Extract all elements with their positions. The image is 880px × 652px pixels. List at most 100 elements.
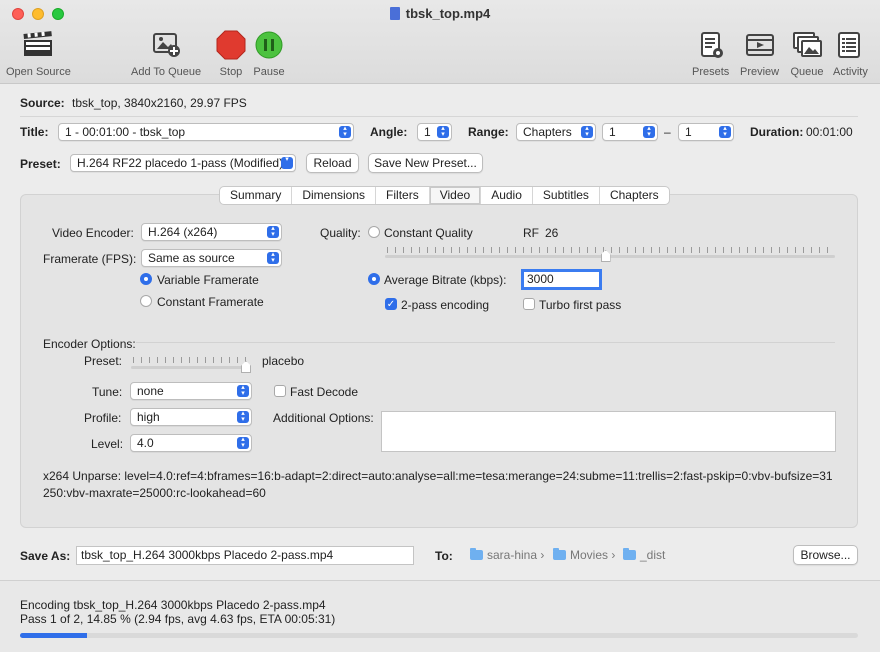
range-end-select[interactable]: 1 ▴ ▾ xyxy=(678,123,734,141)
main-window: tbsk_top.mp4 Open Source Add To Queue St… xyxy=(0,0,880,652)
tab-summary[interactable]: Summary xyxy=(220,187,293,204)
turbo-first-pass-label: Turbo first pass xyxy=(539,298,622,312)
profile-label: Profile: xyxy=(84,411,122,425)
add-to-queue-button[interactable]: Add To Queue xyxy=(131,30,201,78)
path-item-dist[interactable]: _dist xyxy=(623,548,665,562)
reload-button[interactable]: Reload xyxy=(306,153,359,173)
range-mode-select[interactable]: Chapters ▴ ▾ xyxy=(516,123,596,141)
title-label: Title: xyxy=(20,125,49,139)
popup-arrows-icon: ▴ ▾ xyxy=(267,251,279,264)
duration-value: 00:01:00 xyxy=(806,125,853,139)
two-pass-label: 2-pass encoding xyxy=(401,298,490,312)
constant-framerate-label: Constant Framerate xyxy=(157,295,264,309)
popup-arrows-icon: ▴ ▾ xyxy=(581,125,593,138)
tune-label: Tune: xyxy=(92,385,123,399)
preset-label: Preset: xyxy=(20,157,61,171)
clapperboard-icon xyxy=(21,30,55,60)
destination-label: To: xyxy=(435,549,453,563)
save-as-label: Save As: xyxy=(20,549,71,563)
encode-progress-fill xyxy=(20,633,88,638)
folder-icon xyxy=(623,548,636,560)
status-line-1: Encoding tbsk_top_H.264 3000kbps Placedo… xyxy=(20,598,326,612)
popup-arrows-icon: ▴ ▾ xyxy=(643,125,655,138)
encoder-preset-value: placebo xyxy=(262,354,305,368)
average-bitrate-radio[interactable] xyxy=(368,273,380,285)
title-select[interactable]: 1 - 00:01:00 - tbsk_top ▴ ▾ xyxy=(58,123,354,141)
tab-filters[interactable]: Filters xyxy=(376,187,430,204)
popup-arrows-icon: ▴ ▾ xyxy=(267,225,279,238)
divider xyxy=(136,342,835,343)
status-line-2: Pass 1 of 2, 14.85 % (2.94 fps, avg 4.63… xyxy=(20,612,336,626)
path-item-user[interactable]: sara-hina › xyxy=(470,548,544,562)
preview-button[interactable]: Preview xyxy=(740,30,779,78)
open-source-button[interactable]: Open Source xyxy=(6,30,71,78)
constant-quality-label: Constant Quality xyxy=(384,226,473,240)
tab-bar: Summary Dimensions Filters Video Audio S… xyxy=(219,186,670,205)
folder-icon xyxy=(553,548,566,560)
variable-framerate-label: Variable Framerate xyxy=(157,273,259,287)
constant-quality-radio[interactable] xyxy=(368,226,380,238)
fast-decode-label: Fast Decode xyxy=(290,385,359,399)
tab-dimensions[interactable]: Dimensions xyxy=(292,187,377,204)
constant-framerate-radio[interactable] xyxy=(140,295,152,307)
popup-arrows-icon: ▴ ▾ xyxy=(339,125,351,138)
source-info: tbsk_top, 3840x2160, 29.97 FPS xyxy=(72,96,247,110)
level-label: Level: xyxy=(91,437,124,451)
encoder-preset-label: Preset: xyxy=(84,354,123,368)
turbo-first-pass-checkbox[interactable] xyxy=(523,298,535,310)
video-encoder-select[interactable]: H.264 (x264) ▴ ▾ xyxy=(141,223,282,241)
duration-label: Duration: xyxy=(750,125,804,139)
profile-select[interactable]: high ▴ ▾ xyxy=(130,408,252,426)
activity-button[interactable]: Activity xyxy=(833,30,868,78)
browse-button[interactable]: Browse... xyxy=(793,545,858,565)
average-bitrate-label: Average Bitrate (kbps): xyxy=(384,273,507,287)
presets-button[interactable]: Presets xyxy=(692,30,729,78)
chevron-down-icon: ▾ xyxy=(281,156,293,169)
queue-button[interactable]: Queue xyxy=(790,30,824,78)
activity-log-icon xyxy=(833,30,867,60)
popup-arrows-icon: ▴ ▾ xyxy=(719,125,731,138)
tab-audio[interactable]: Audio xyxy=(481,187,533,204)
angle-label: Angle: xyxy=(370,125,408,139)
document-icon xyxy=(389,7,400,20)
two-pass-checkbox[interactable]: ✓ xyxy=(385,298,397,310)
encode-progress-bar xyxy=(20,633,858,638)
range-start-select[interactable]: 1 ▴ ▾ xyxy=(602,123,658,141)
bitrate-input[interactable]: 3000 xyxy=(521,269,602,290)
rf-value: 26 xyxy=(545,226,559,240)
additional-options-label: Additional Options: xyxy=(273,411,374,425)
encoder-preset-slider[interactable] xyxy=(131,366,251,369)
popup-arrows-icon: ▴ ▾ xyxy=(237,410,249,423)
pause-button[interactable]: Pause xyxy=(252,30,286,78)
variable-framerate-radio[interactable] xyxy=(140,273,152,285)
path-item-movies[interactable]: Movies › xyxy=(553,548,615,562)
range-dash: – xyxy=(664,125,671,139)
divider xyxy=(20,116,858,117)
level-select[interactable]: 4.0 ▴ ▾ xyxy=(130,434,252,452)
popup-arrows-icon: ▴ ▾ xyxy=(237,384,249,397)
source-label: Source: xyxy=(20,96,65,110)
angle-select[interactable]: 1 ▴ ▾ xyxy=(417,123,452,141)
quality-label: Quality: xyxy=(320,226,361,240)
popup-arrows-icon: ▴ ▾ xyxy=(437,125,449,138)
rf-label: RF xyxy=(523,226,539,240)
quality-slider-ticks xyxy=(387,247,834,253)
stop-button[interactable]: Stop xyxy=(214,30,248,78)
additional-options-input[interactable] xyxy=(381,411,836,452)
range-label: Range: xyxy=(468,125,509,139)
encoder-options-title: Encoder Options: xyxy=(43,337,136,351)
tab-subtitles[interactable]: Subtitles xyxy=(533,187,600,204)
preset-select[interactable]: H.264 RF22 placedo 1-pass (Modified) ▾ xyxy=(70,154,296,172)
stop-octagon-icon xyxy=(214,30,248,60)
framerate-select[interactable]: Same as source ▴ ▾ xyxy=(141,249,282,267)
tab-chapters[interactable]: Chapters xyxy=(600,187,669,204)
tune-select[interactable]: none ▴ ▾ xyxy=(130,382,252,400)
save-as-input[interactable]: tbsk_top_H.264 3000kbps Placedo 2-pass.m… xyxy=(76,546,414,565)
save-new-preset-button[interactable]: Save New Preset... xyxy=(368,153,483,173)
popup-arrows-icon: ▴ ▾ xyxy=(237,436,249,449)
preview-filmstrip-icon xyxy=(743,30,777,60)
fast-decode-checkbox[interactable] xyxy=(274,385,286,397)
tab-video[interactable]: Video xyxy=(429,187,482,204)
framerate-label: Framerate (FPS): xyxy=(43,252,137,266)
titlebar: tbsk_top.mp4 Open Source Add To Queue St… xyxy=(0,0,880,84)
